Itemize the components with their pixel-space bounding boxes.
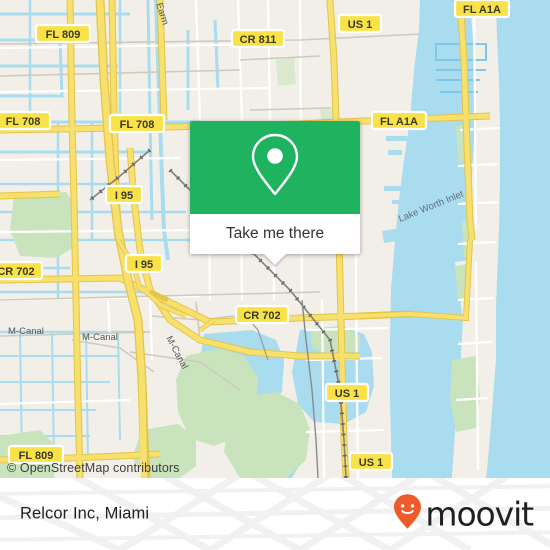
place-label: M-Canal	[82, 332, 118, 343]
svg-text:CR 702: CR 702	[243, 310, 280, 322]
svg-text:FL 809: FL 809	[46, 29, 81, 41]
svg-text:FL A1A: FL A1A	[380, 116, 418, 128]
svg-text:FL A1A: FL A1A	[463, 4, 501, 16]
shield-i-95-upper[interactable]: I 95	[104, 184, 144, 205]
svg-text:I 95: I 95	[135, 259, 153, 271]
popup-header	[190, 121, 360, 214]
shield-fl-a1a-top[interactable]: FL A1A	[453, 0, 511, 19]
shield-us-1-mid[interactable]: US 1	[324, 382, 370, 403]
page-title: Relcor Inc, Miami	[20, 504, 150, 523]
svg-text:US 1: US 1	[359, 457, 383, 469]
map-pin-icon	[249, 132, 301, 203]
shield-fl-708-center[interactable]: FL 708	[108, 113, 166, 134]
svg-text:FL 708: FL 708	[120, 119, 155, 131]
moovit-logo[interactable]: moovit	[393, 494, 534, 535]
moovit-pin-icon	[393, 494, 422, 535]
popup-tail	[264, 254, 286, 265]
popup-footer[interactable]: Take me there	[190, 214, 360, 265]
shield-i-95-lower[interactable]: I 95	[124, 253, 164, 274]
shield-us-1-top[interactable]: US 1	[337, 13, 383, 34]
svg-text:US 1: US 1	[335, 388, 359, 400]
shield-fl-809-top[interactable]: FL 809	[34, 23, 92, 44]
place-label: M-Canal	[8, 326, 44, 337]
moovit-wordmark: moovit	[425, 494, 534, 534]
svg-text:US 1: US 1	[348, 19, 372, 31]
shield-us-1-bottom[interactable]: US 1	[348, 451, 394, 472]
location-popup[interactable]: Take me there	[190, 121, 360, 265]
shield-fl-a1a-mid[interactable]: FL A1A	[370, 110, 428, 131]
svg-text:FL 708: FL 708	[6, 116, 41, 128]
svg-text:CR 702: CR 702	[0, 266, 35, 278]
shield-cr-702-left[interactable]: CR 702	[0, 260, 44, 281]
footer-bar: Relcor Inc, Miami moovit	[0, 478, 550, 550]
shield-cr-702-center[interactable]: CR 702	[234, 304, 290, 325]
shield-fl-708-left[interactable]: FL 708	[0, 110, 52, 131]
svg-text:I 95: I 95	[115, 190, 133, 202]
svg-text:CR 811: CR 811	[240, 34, 277, 46]
osm-attribution[interactable]: © OpenStreetMap contributors	[7, 461, 180, 475]
shield-cr-811[interactable]: CR 811	[230, 28, 286, 49]
take-me-there-label: Take me there	[225, 225, 325, 242]
moovit-map-page: Lake Worth Inlet M-Canal M-Canal M-Canal…	[0, 0, 550, 550]
